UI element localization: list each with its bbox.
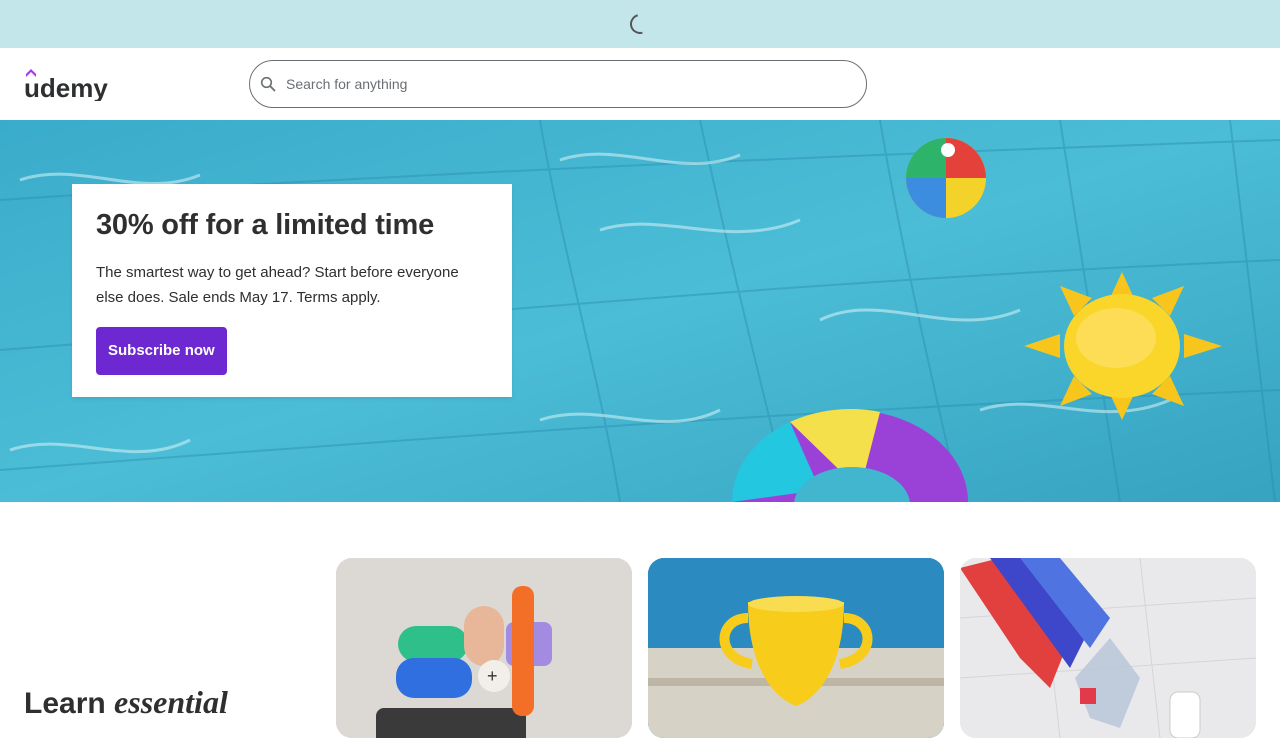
data-crystal-illustration	[960, 558, 1256, 738]
promo-card: 30% off for a limited time The smartest …	[72, 184, 512, 397]
feature-card-data[interactable]	[960, 558, 1256, 738]
loading-bar	[0, 0, 1280, 48]
trophy-illustration	[648, 558, 944, 738]
beach-ball-illustration	[906, 138, 986, 218]
feature-card-achievement[interactable]	[648, 558, 944, 738]
section-heading: Learn essential	[24, 684, 228, 721]
section-heading-emphasis: essential	[114, 684, 228, 720]
udemy-logo-icon: udemy	[24, 69, 108, 101]
subscribe-button[interactable]: Subscribe now	[96, 327, 227, 375]
svg-text:+: +	[487, 666, 498, 686]
section-heading-plain: Learn	[24, 687, 106, 720]
promo-description: The smartest way to get ahead? Start bef…	[96, 264, 459, 306]
header: udemy	[0, 48, 1280, 120]
search-input[interactable]	[286, 76, 826, 92]
spinner-icon	[626, 10, 654, 38]
search-icon[interactable]	[260, 76, 276, 92]
search-bar[interactable]	[249, 60, 867, 108]
feature-card-creative[interactable]: +	[336, 558, 632, 738]
svg-text:udemy: udemy	[24, 73, 108, 101]
creative-tools-illustration: +	[336, 558, 632, 738]
hero-banner: 30% off for a limited time The smartest …	[0, 120, 1280, 502]
promo-title: 30% off for a limited time	[96, 209, 435, 241]
udemy-logo[interactable]: udemy	[24, 67, 116, 101]
